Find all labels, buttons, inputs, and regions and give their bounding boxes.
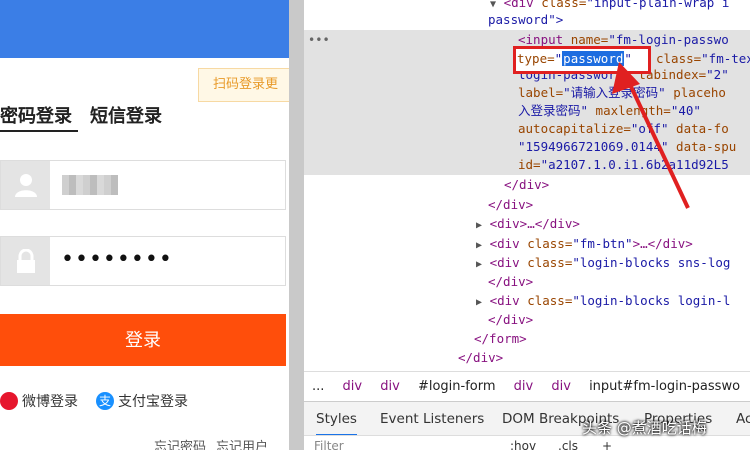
breadcrumb-item[interactable]: ... xyxy=(312,379,324,394)
header-banner xyxy=(0,0,289,58)
devtools-panel: ••• ▼ <div class="input-plain-wrap i pas… xyxy=(304,0,750,450)
breadcrumb-item[interactable]: div xyxy=(343,379,363,394)
alipay-login-link[interactable]: 支 支付宝登录 xyxy=(96,391,188,411)
dom-breadcrumb: ... div div #login-form div div input#fm… xyxy=(304,371,750,401)
forgot-password-link[interactable]: 忘记密码 xyxy=(154,440,206,450)
breadcrumb-item-active[interactable]: input#fm-login-passwo xyxy=(589,379,740,394)
active-tab-underline xyxy=(0,130,78,132)
panel-divider[interactable] xyxy=(289,0,304,450)
username-field[interactable] xyxy=(0,160,286,210)
tab-styles[interactable]: Styles xyxy=(316,411,357,436)
class-toggle[interactable]: .cls xyxy=(558,439,578,450)
breadcrumb-item[interactable]: div xyxy=(380,379,400,394)
weibo-login-link[interactable]: 微博登录 xyxy=(0,391,78,411)
hover-state-toggle[interactable]: :hov xyxy=(510,439,536,450)
blurred-username-value xyxy=(62,175,118,195)
new-style-rule-button[interactable]: + xyxy=(602,439,612,450)
weibo-icon xyxy=(0,392,18,410)
qr-login-hint[interactable]: 扫码登录更 xyxy=(198,68,289,102)
breadcrumb-item[interactable]: #login-form xyxy=(418,379,496,394)
tab-sms-login[interactable]: 短信登录 xyxy=(90,102,162,128)
tab-password-login[interactable]: 密码登录 xyxy=(0,102,72,128)
lock-icon xyxy=(1,237,50,285)
password-masked-value: •••••••• xyxy=(61,247,173,272)
breadcrumb-item[interactable]: div xyxy=(514,379,534,394)
alipay-icon: 支 xyxy=(96,392,114,410)
breadcrumb-item[interactable]: div xyxy=(551,379,571,394)
tab-accessibility[interactable]: Ac xyxy=(736,411,750,427)
tab-event-listeners[interactable]: Event Listeners xyxy=(380,411,484,427)
password-field[interactable]: •••••••• xyxy=(0,236,286,286)
weibo-login-label: 微博登录 xyxy=(22,394,78,410)
watermark-text: 头条 @煮酒吃话梅 xyxy=(582,419,707,437)
styles-filter-input[interactable]: Filter xyxy=(314,439,344,450)
login-submit-button[interactable]: 登录 xyxy=(0,314,286,366)
user-icon xyxy=(1,161,50,209)
forgot-links: 忘记密码 忘记用户 xyxy=(154,436,278,450)
forgot-username-link[interactable]: 忘记用户 xyxy=(216,440,268,450)
alipay-login-label: 支付宝登录 xyxy=(118,394,188,410)
login-page: 扫码登录更 密码登录 短信登录 •••••••• 登录 微博登录 支 支付宝登录… xyxy=(0,0,289,450)
